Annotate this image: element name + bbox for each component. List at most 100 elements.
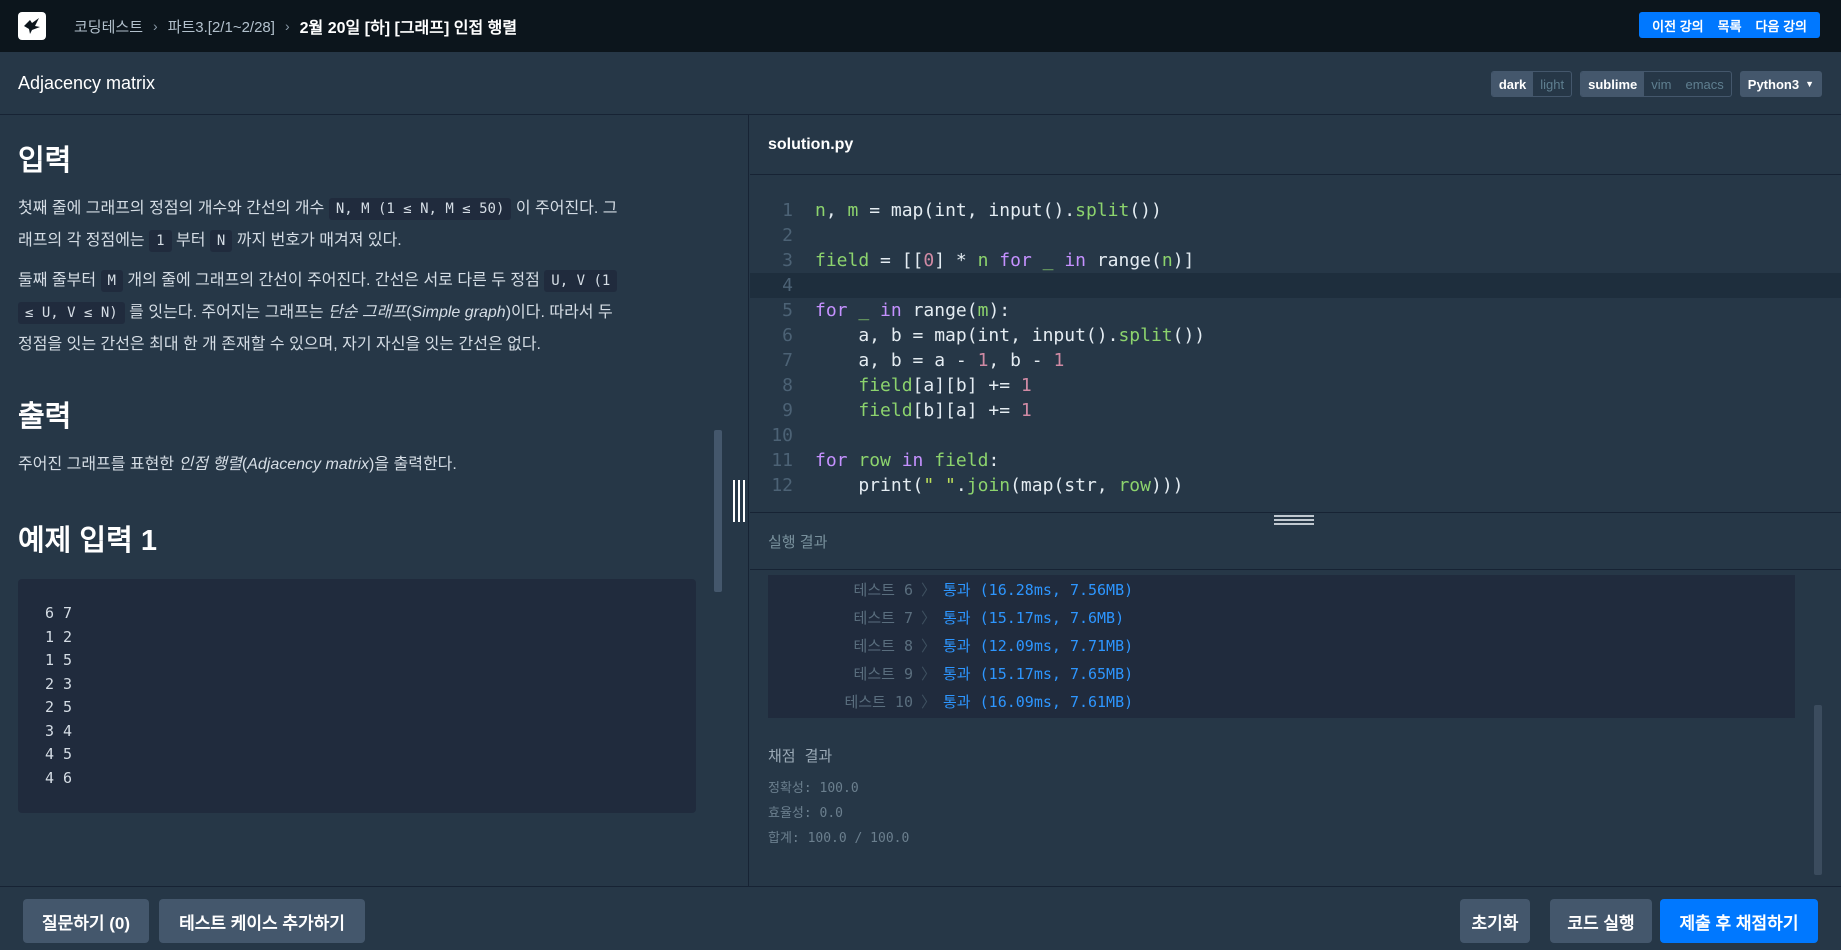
test-result: 통과 (16.28ms, 7.56MB): [943, 580, 1134, 599]
text: 이 주어진다. 그: [511, 200, 618, 217]
line-number: 12: [771, 475, 793, 496]
submit-button[interactable]: 제출 후 채점하기: [1660, 899, 1818, 943]
code-line: 10: [750, 423, 1841, 448]
example-input-heading: 예제 입력 1: [18, 525, 157, 557]
accuracy-score: 정확성: 100.0: [768, 781, 859, 796]
language-select[interactable]: Python3 ▼: [1739, 71, 1822, 97]
theme-light-button[interactable]: light: [1533, 72, 1571, 96]
test-row: 테스트 9 〉 통과 (15.17ms, 7.65MB): [768, 659, 1795, 687]
code-line: 12 print(" ".join(map(str, row))): [750, 473, 1841, 498]
code-text: a, b = map(int, input().split()): [815, 325, 1206, 346]
inline-code: N: [209, 230, 233, 252]
theme-toggle: dark light: [1490, 71, 1573, 97]
code-editor[interactable]: 1 n, m = map(int, input().split()) 2 3 fie…: [750, 176, 1841, 512]
line-number: 4: [782, 275, 793, 296]
lesson-list-button[interactable]: 목록: [1711, 16, 1749, 35]
test-result: 통과 (12.09ms, 7.71MB): [943, 636, 1134, 655]
input-heading: 입력: [18, 145, 72, 177]
inline-code: ≤ U, V ≤ N): [18, 302, 125, 324]
test-row: 테스트 6 〉 통과 (16.28ms, 7.56MB): [768, 575, 1795, 603]
editor-toolbar: dark light sublime vim emacs Python3 ▼: [1490, 71, 1822, 97]
test-name: 테스트 10: [844, 692, 914, 711]
chevron-right-icon: 〉: [921, 580, 937, 599]
page-title: Adjacency matrix: [18, 72, 156, 93]
reset-button[interactable]: 초기화: [1460, 899, 1530, 943]
code-text: field[a][b] += 1: [858, 375, 1032, 396]
top-bar: 코딩테스트 › 파트3.[2/1~2/28] › 2월 20일 [하] [그래프…: [0, 0, 1841, 52]
test-row: 테스트 7 〉 통과 (15.17ms, 7.6MB): [768, 603, 1795, 631]
text: )을 출력한다.: [369, 456, 457, 473]
chevron-right-icon: 〉: [921, 608, 937, 627]
input-description-1: 첫째 줄에 그래프의 정점의 개수와 간선의 개수 N, M (1 ≤ N, M…: [18, 193, 730, 257]
text: 첫째 줄에 그래프의 정점의 개수와 간선의 개수: [18, 200, 329, 217]
caret-down-icon: ▼: [1805, 79, 1814, 89]
test-name: 테스트 6: [853, 580, 913, 599]
test-row: 테스트 10 〉 통과 (16.09ms, 7.61MB): [768, 687, 1795, 715]
code-text: print(" ".join(map(str, row))): [815, 475, 1184, 496]
breadcrumb-coding-test[interactable]: 코딩테스트: [74, 16, 143, 37]
inline-code: N, M (1 ≤ N, M ≤ 50): [328, 198, 512, 220]
text: 까지 번호가 매겨져 있다.: [232, 232, 402, 249]
test-row: 테스트 8 〉 통과 (12.09ms, 7.71MB): [768, 631, 1795, 659]
total-score: 합계: 100.0 / 100.0: [768, 831, 910, 846]
text: )이다. 따라서 두: [505, 304, 613, 321]
line-number: 10: [771, 425, 793, 446]
drag-handle-icon[interactable]: [1274, 515, 1314, 527]
title-bar: Adjacency matrix dark light sublime vim …: [0, 52, 1841, 115]
code-text: field = [[0] * n for _ in range(n)]: [815, 250, 1195, 271]
line-number: 3: [782, 250, 793, 271]
line-number: 9: [782, 400, 793, 421]
test-result-list: 테스트 6 〉 통과 (16.28ms, 7.56MB) 테스트 7 〉 통과 (15.…: [768, 575, 1795, 718]
keymap-emacs-button[interactable]: emacs: [1678, 72, 1730, 96]
inline-code: M: [100, 270, 123, 292]
breadcrumb-part[interactable]: 파트3.[2/1~2/28]: [168, 16, 275, 37]
code-text: for row in field:: [815, 450, 1000, 471]
lesson-nav: 이전 강의 목록 다음 강의: [1639, 12, 1820, 38]
input-description-2: 둘째 줄부터 M 개의 줄에 그래프의 간선이 주어진다. 간선은 서로 다른 …: [18, 265, 730, 361]
chevron-right-icon: 〉: [921, 664, 937, 683]
test-result: 통과 (15.17ms, 7.6MB): [943, 608, 1125, 627]
output-description: 주어진 그래프를 표현한 인접 행렬(Adjacency matrix)을 출력…: [18, 449, 730, 481]
breadcrumb: 코딩테스트 › 파트3.[2/1~2/28] › 2월 20일 [하] [그래프…: [74, 14, 517, 38]
emphasis: 인접 행렬: [178, 456, 242, 473]
problem-scrollbar[interactable]: [714, 430, 722, 592]
keymap-sublime-button[interactable]: sublime: [1581, 72, 1645, 96]
code-text: a, b = a - 1, b - 1: [815, 350, 1065, 371]
chevron-right-icon: 〉: [921, 636, 937, 655]
grading-title: 채점 결과: [768, 747, 833, 765]
chevron-right-icon: 〉: [921, 692, 937, 711]
test-result: 통과 (16.09ms, 7.61MB): [943, 692, 1134, 711]
text: 둘째 줄부터: [18, 272, 101, 289]
language-value: Python3: [1747, 76, 1800, 92]
line-number: 1: [782, 200, 793, 221]
efficiency-score: 효율성: 0.0: [768, 806, 844, 821]
problem-pane: 입력 첫째 줄에 그래프의 정점의 개수와 간선의 개수 N, M (1 ≤ N…: [0, 115, 749, 886]
code-line-current: 4: [750, 273, 1841, 298]
line-number: 11: [771, 450, 793, 471]
chevron-right-icon: ›: [284, 18, 290, 34]
code-line: 1 n, m = map(int, input().split()): [750, 198, 1841, 223]
keymap-toggle: sublime vim emacs: [1580, 71, 1732, 97]
prev-lesson-button[interactable]: 이전 강의: [1645, 16, 1710, 35]
breadcrumb-current-lesson: 2월 20일 [하] [그래프] 인접 행렬: [299, 20, 518, 37]
text: 주어진 그래프를 표현한: [18, 456, 179, 473]
pane-splitter-handle[interactable]: [733, 480, 745, 522]
inline-code: 1: [149, 230, 172, 252]
result-scrollbar[interactable]: [1814, 705, 1822, 875]
text: 부터: [171, 232, 210, 249]
test-name: 테스트 9: [853, 664, 913, 683]
logo-icon[interactable]: [18, 12, 46, 40]
code-line: 3 field = [[0] * n for _ in range(n)]: [750, 248, 1841, 273]
add-test-case-button[interactable]: 테스트 케이스 추가하기: [159, 899, 365, 943]
keymap-vim-button[interactable]: vim: [1644, 72, 1678, 96]
next-lesson-button[interactable]: 다음 강의: [1749, 16, 1814, 35]
text: 를 잇는다. 주어지는 그래프는: [124, 304, 329, 321]
run-code-button[interactable]: 코드 실행: [1550, 899, 1652, 943]
ask-question-button[interactable]: 질문하기 (0): [23, 899, 149, 943]
theme-dark-button[interactable]: dark: [1491, 72, 1534, 96]
code-line: 5 for _ in range(m):: [750, 298, 1841, 323]
bottom-bar: 질문하기 (0) 테스트 케이스 추가하기 초기화 코드 실행 제출 후 채점하…: [0, 886, 1841, 950]
emphasis: Simple graph: [411, 304, 506, 321]
text: 개의 줄에 그래프의 간선이 주어진다. 간선은 서로 다른 두 정점: [122, 272, 545, 289]
code-line: 11 for row in field:: [750, 448, 1841, 473]
